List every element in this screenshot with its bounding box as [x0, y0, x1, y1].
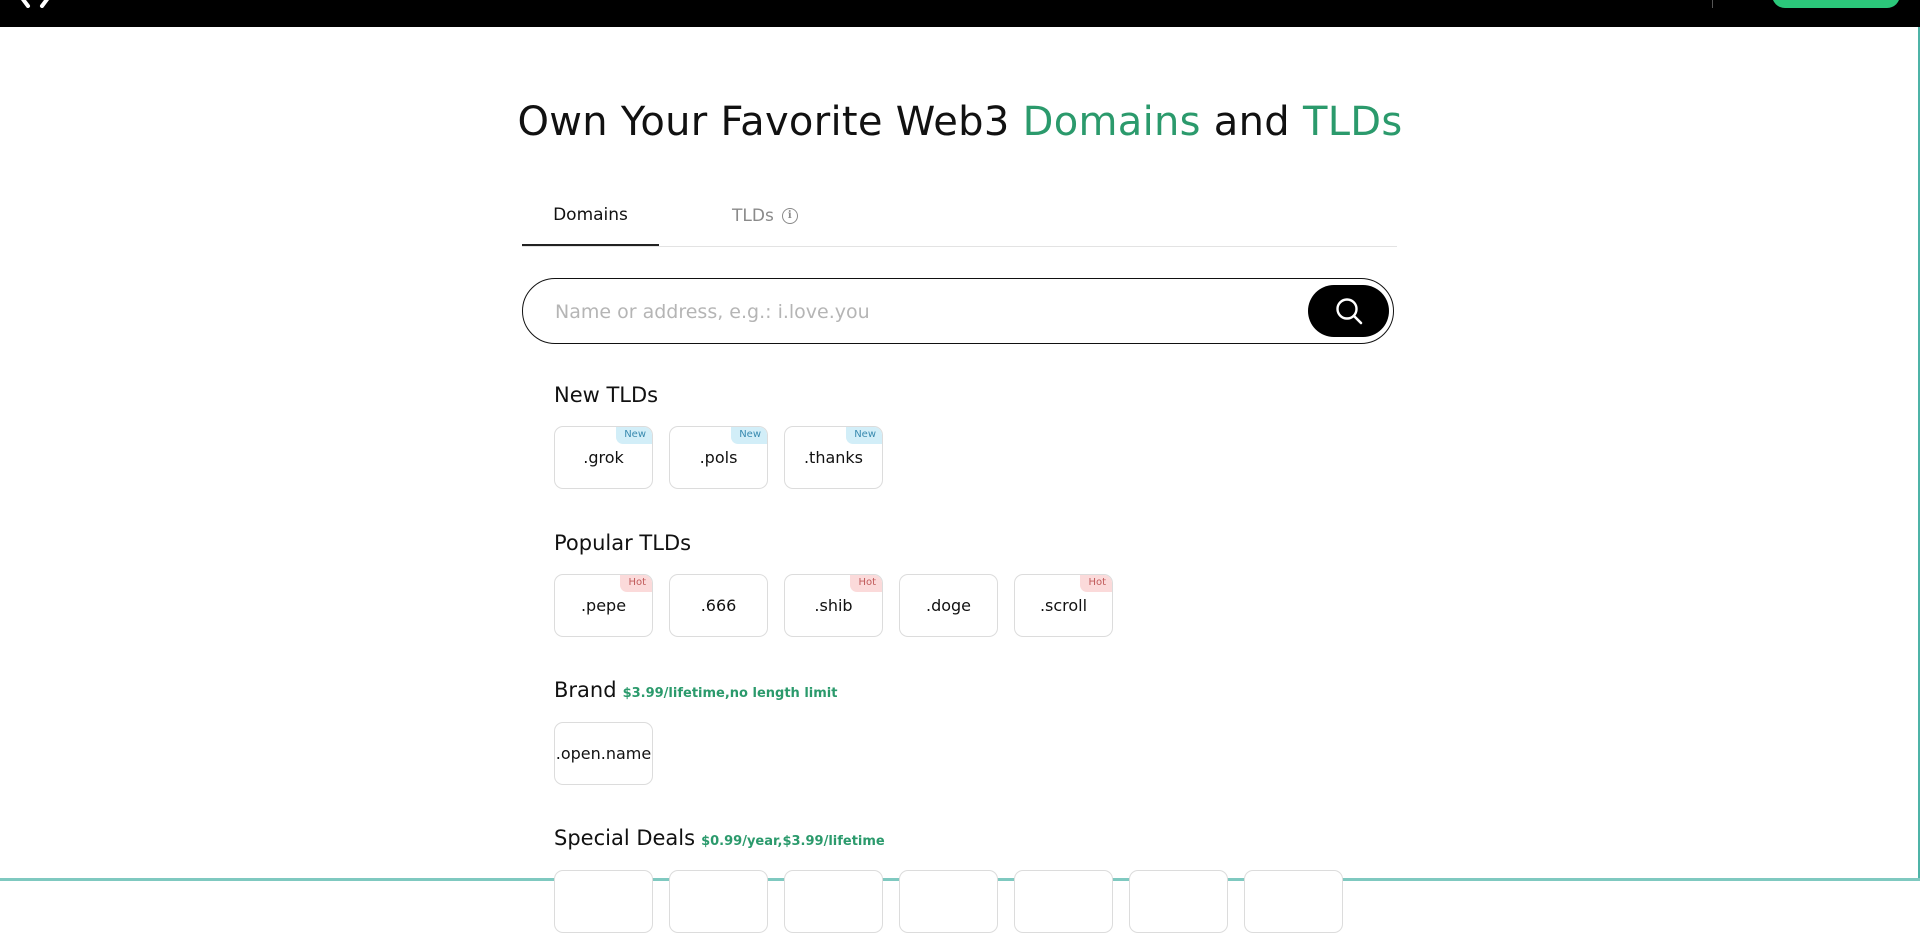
tld-chip[interactable] — [1129, 870, 1228, 933]
info-icon[interactable]: i — [781, 207, 798, 224]
search-mode-tabs: Domains TLDs i — [522, 186, 1397, 247]
title-part-3: and — [1200, 99, 1303, 145]
tld-chip[interactable] — [899, 870, 998, 933]
section-title-new-tlds: New TLDs — [554, 383, 659, 407]
section-title-special-deals: Special Deals $0.99/year,$3.99/lifetime — [554, 826, 885, 850]
tab-domains[interactable]: Domains — [522, 186, 659, 246]
tld-chip-scroll[interactable]: Hot .scroll — [1014, 574, 1113, 637]
tld-chip-doge[interactable]: .doge — [899, 574, 998, 637]
tld-chip-label: .pols — [699, 448, 738, 467]
top-nav-bar — [0, 0, 1920, 27]
tld-chip-pols[interactable]: New .pols — [669, 426, 768, 489]
tld-chip-label: .thanks — [803, 448, 864, 467]
brand-title-label: Brand — [554, 678, 617, 702]
tld-chip-shib[interactable]: Hot .shib — [784, 574, 883, 637]
tld-chip[interactable] — [1014, 870, 1113, 933]
tld-chip-grok[interactable]: New .grok — [554, 426, 653, 489]
tab-tlds-label: TLDs — [732, 205, 774, 226]
hot-badge: Hot — [620, 575, 652, 592]
nav-divider — [1712, 0, 1713, 8]
tld-chip-666[interactable]: .666 — [669, 574, 768, 637]
tld-chip-pepe[interactable]: Hot .pepe — [554, 574, 653, 637]
search-input[interactable] — [553, 295, 1307, 329]
title-part-1: Own Your Favorite Web3 — [517, 99, 1023, 145]
search-button[interactable] — [1308, 285, 1389, 337]
tld-chip[interactable] — [554, 870, 653, 933]
search-bar — [522, 278, 1394, 344]
tld-chip-label: .open.name — [555, 744, 652, 763]
tld-chip-label: .doge — [925, 596, 972, 615]
new-badge: New — [616, 427, 652, 444]
section-title-popular-tlds: Popular TLDs — [554, 531, 692, 555]
tld-chip-open-name[interactable]: .open.name — [554, 722, 653, 785]
special-deals-price-note: $0.99/year,$3.99/lifetime — [701, 834, 885, 849]
brand-price-note: $3.99/lifetime,no length limit — [622, 686, 838, 701]
logo-icon[interactable] — [20, 0, 54, 8]
page-title: Own Your Favorite Web3 Domains and TLDs — [0, 99, 1920, 145]
new-badge: New — [846, 427, 882, 444]
tld-chip-label: .666 — [700, 596, 737, 615]
hot-badge: Hot — [850, 575, 882, 592]
section-title-brand: Brand $3.99/lifetime,no length limit — [554, 678, 837, 702]
tld-chip-label: .scroll — [1039, 596, 1088, 615]
hot-badge: Hot — [1080, 575, 1112, 592]
tld-chip-label: .pepe — [580, 596, 627, 615]
tab-tlds[interactable]: TLDs i — [732, 186, 822, 245]
title-highlight-domains: Domains — [1022, 99, 1201, 145]
search-icon — [1335, 298, 1362, 325]
tld-chip-label: .shib — [814, 596, 853, 615]
tld-chip[interactable] — [669, 870, 768, 933]
tld-chip[interactable] — [784, 870, 883, 933]
tld-chip-thanks[interactable]: New .thanks — [784, 426, 883, 489]
new-badge: New — [731, 427, 767, 444]
tab-domains-label: Domains — [553, 205, 628, 225]
connect-wallet-button[interactable] — [1772, 0, 1900, 8]
tld-chip[interactable] — [1244, 870, 1343, 933]
tld-chip-label: .grok — [583, 448, 624, 467]
title-highlight-tlds: TLDs — [1302, 99, 1403, 145]
special-deals-title-label: Special Deals — [554, 826, 696, 850]
